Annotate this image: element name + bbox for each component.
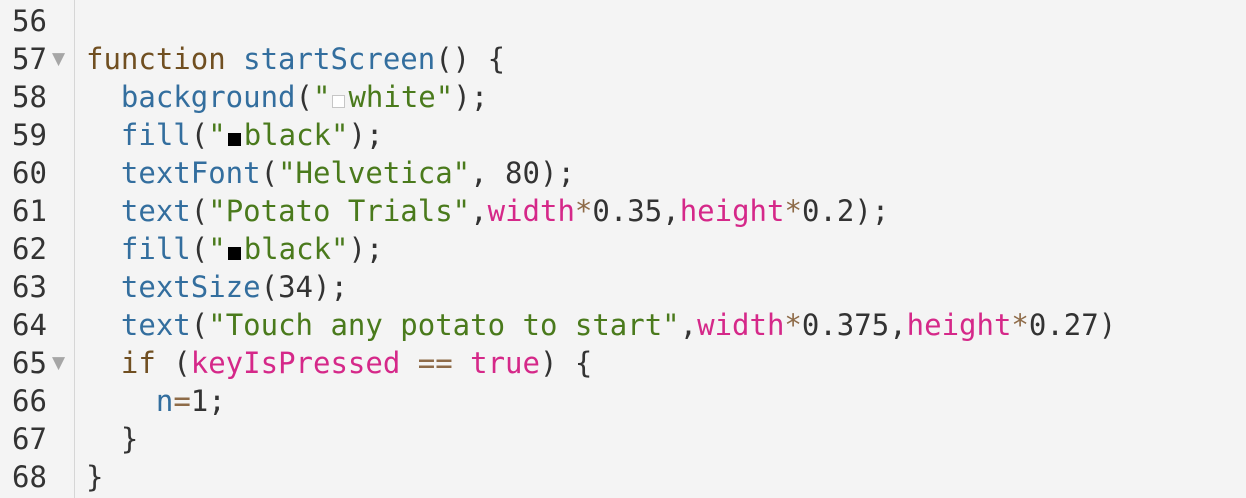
line-number: 58 <box>12 80 47 114</box>
color-swatch-white[interactable] <box>332 95 346 108</box>
code-token: "Touch any potato to start" <box>208 308 680 342</box>
code-line[interactable]: if (keyIsPressed == true) { <box>86 344 592 382</box>
code-editor[interactable]: 56 57 ▼ 58 59 60 61 62 63 64 65 ▼ 66 67 68 function st… <box>0 0 1246 498</box>
code-token: == <box>417 346 453 380</box>
color-swatch-black[interactable] <box>227 247 241 260</box>
code-token: ); <box>453 80 489 114</box>
code-token: height <box>906 308 1012 342</box>
code-token: } <box>86 460 104 494</box>
code-token: width <box>487 194 575 228</box>
code-token: , 80); <box>470 156 575 190</box>
code-line[interactable]: text("Potato Trials",width*0.35,height*0… <box>86 192 889 230</box>
line-number: 59 <box>12 118 47 152</box>
code-token: n <box>155 384 174 418</box>
code-token: background <box>120 80 296 114</box>
code-token: "Helvetica" <box>278 156 471 190</box>
line-number-gutter: 56 57 ▼ 58 59 60 61 62 63 64 65 ▼ 66 67 68 <box>0 0 75 498</box>
code-line[interactable]: } <box>86 420 138 458</box>
code-token: 0.27) <box>1028 308 1117 342</box>
color-swatch-black[interactable] <box>227 133 241 146</box>
code-token: width <box>697 308 785 342</box>
code-line[interactable]: fill(" black"); <box>86 230 383 268</box>
line-number: 61 <box>12 194 47 228</box>
code-token: , <box>679 308 698 342</box>
code-token: true <box>470 346 540 380</box>
code-line[interactable]: text("Touch any potato to start",width*0… <box>86 306 1116 344</box>
code-token: ( <box>295 80 313 114</box>
code-token: * <box>784 308 802 342</box>
code-token: " <box>208 118 226 152</box>
line-number: 67 <box>12 422 47 456</box>
code-token: fill <box>120 118 191 152</box>
code-token: "Potato Trials" <box>208 194 471 228</box>
code-line[interactable]: background(" white"); <box>86 78 488 116</box>
code-token: 0.2); <box>801 194 890 228</box>
code-token: () { <box>435 42 506 76</box>
line-number: 62 <box>12 232 47 266</box>
code-line[interactable]: n=1; <box>86 382 226 420</box>
code-token: if <box>120 346 156 380</box>
code-token: ( <box>190 232 209 266</box>
code-line[interactable]: textFont("Helvetica", 80); <box>86 154 575 192</box>
code-token: height <box>679 194 785 228</box>
code-line[interactable]: } <box>86 458 103 496</box>
code-token: startScreen <box>243 42 436 76</box>
code-token: textFont <box>120 156 261 190</box>
code-token: keyIsPressed <box>190 346 401 380</box>
line-number: 56 <box>12 4 47 38</box>
code-token: white" <box>348 80 454 114</box>
code-token: textSize <box>120 270 261 304</box>
line-number: 60 <box>12 156 47 190</box>
code-token: 1; <box>190 384 226 418</box>
code-token: fill <box>120 232 191 266</box>
code-token: ( <box>190 118 209 152</box>
code-token: black" <box>243 118 349 152</box>
code-token: ( <box>155 346 191 380</box>
code-token: ( <box>260 156 279 190</box>
code-token: * <box>574 194 593 228</box>
code-token: ); <box>348 232 384 266</box>
code-token: ( <box>190 308 209 342</box>
code-token: 0.35, <box>592 194 680 228</box>
line-number: 64 <box>12 308 47 342</box>
code-token: } <box>86 422 139 456</box>
line-number: 63 <box>12 270 47 304</box>
line-number: 66 <box>12 384 47 418</box>
code-token: function <box>86 42 244 76</box>
code-token: * <box>1011 308 1029 342</box>
fold-arrow-icon[interactable]: ▼ <box>52 344 68 382</box>
code-token: black" <box>243 232 349 266</box>
code-token: 0.375, <box>801 308 907 342</box>
code-token: (34); <box>260 270 348 304</box>
code-area[interactable]: function startScreen() { background(" whi… <box>86 0 1246 498</box>
code-line[interactable]: fill(" black"); <box>86 116 383 154</box>
code-token: text <box>120 194 191 228</box>
fold-arrow-icon[interactable]: ▼ <box>52 40 68 78</box>
code-token: " <box>208 232 226 266</box>
code-line[interactable]: function startScreen() { <box>86 40 505 78</box>
code-token: text <box>120 308 191 342</box>
line-number: 65 <box>12 346 47 380</box>
code-token: , <box>470 194 488 228</box>
code-line[interactable]: textSize(34); <box>86 268 348 306</box>
code-token: * <box>784 194 802 228</box>
code-token: ); <box>348 118 384 152</box>
line-number: 57 <box>12 42 47 76</box>
code-token: = <box>173 384 191 418</box>
code-token: ( <box>190 194 209 228</box>
code-token: " <box>313 80 331 114</box>
line-number: 68 <box>12 460 47 494</box>
code-token: ) { <box>539 346 593 380</box>
